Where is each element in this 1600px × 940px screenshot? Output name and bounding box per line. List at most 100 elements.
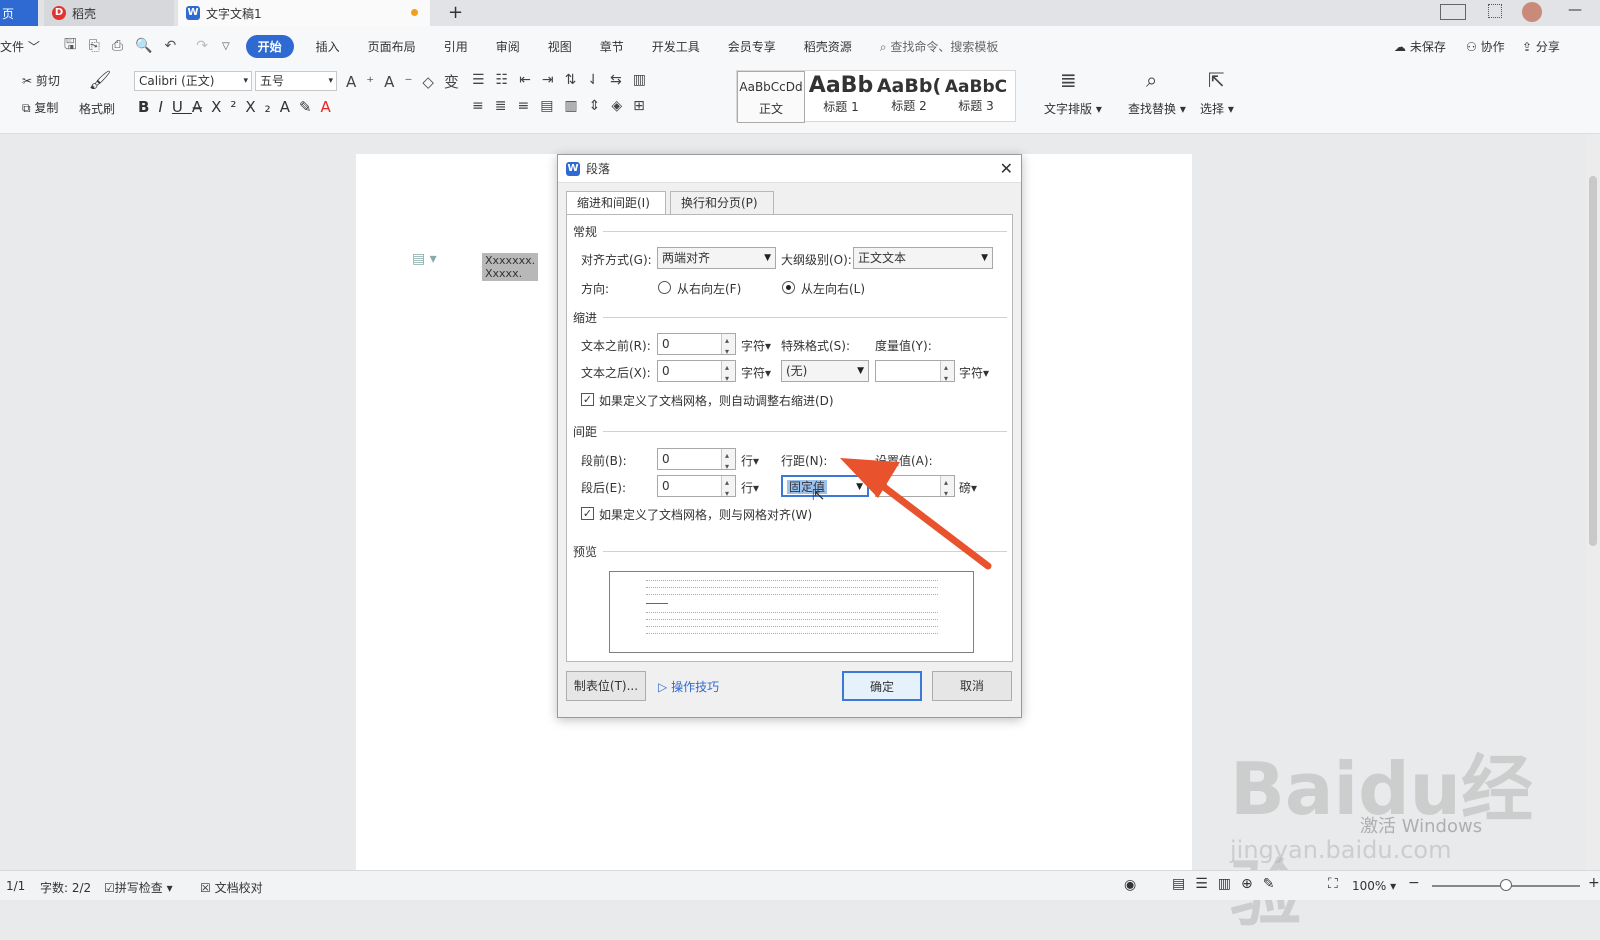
menu-file[interactable]: 文件 ﹀ xyxy=(0,38,54,55)
page-indicator[interactable]: 1/1 xyxy=(6,879,25,893)
menu-insert[interactable]: 插入 xyxy=(302,38,354,55)
cut-button[interactable]: ✂ 剪切 xyxy=(22,72,60,89)
before-text-input[interactable]: 0 xyxy=(657,331,736,362)
menu-member[interactable]: 会员专享 xyxy=(714,38,790,55)
rtl-radio[interactable] xyxy=(658,281,671,294)
before-text-spinner[interactable] xyxy=(721,331,735,362)
apps-grid-icon[interactable] xyxy=(1488,4,1502,18)
fit-page-icon[interactable]: ⛶ xyxy=(1328,876,1338,892)
set-value-spinner[interactable] xyxy=(940,473,954,504)
tab-line-page-breaks[interactable]: 换行和分页(P) xyxy=(670,191,774,215)
style-heading3[interactable]: AaBbC 标题 3 xyxy=(943,71,1009,123)
menu-chapter[interactable]: 章节 xyxy=(586,38,638,55)
set-value-unit[interactable]: 磅▾ xyxy=(959,479,977,496)
selected-text[interactable]: Xxxxxxx. Xxxxx. xyxy=(482,253,539,281)
save-icon[interactable]: 🖫 xyxy=(64,34,77,59)
tab-indent-spacing[interactable]: 缩进和间距(I) xyxy=(566,191,666,215)
zoom-slider-thumb[interactable] xyxy=(1500,879,1512,891)
zoom-in-icon[interactable]: + xyxy=(1588,875,1600,891)
new-tab-button[interactable]: + xyxy=(448,2,463,23)
format-painter-label[interactable]: 格式刷 xyxy=(79,100,115,117)
after-text-input[interactable]: 0 xyxy=(657,358,736,389)
find-replace-button[interactable]: 查找替换 ▾ xyxy=(1128,100,1186,117)
cancel-button[interactable]: 取消 xyxy=(932,671,1012,701)
font-format-tools[interactable]: BIUA̶X²X₂A✎A xyxy=(138,98,340,116)
font-tools[interactable]: A⁺A⁻◇变 xyxy=(346,71,469,92)
proofread-button[interactable]: ☒ 文档校对 xyxy=(200,879,263,896)
redo-icon[interactable]: ↷ xyxy=(196,38,208,54)
measure-input[interactable] xyxy=(875,358,955,389)
space-before-unit[interactable]: 行▾ xyxy=(741,452,759,469)
tab-home[interactable]: 页 xyxy=(0,0,38,26)
user-avatar[interactable] xyxy=(1522,2,1542,22)
menu-review[interactable]: 审阅 xyxy=(482,38,534,55)
quick-access-more-icon[interactable]: ▽ xyxy=(222,41,230,52)
scrollbar-thumb[interactable] xyxy=(1589,176,1597,546)
export-pdf-icon[interactable]: ⎘ xyxy=(89,38,100,54)
close-icon[interactable]: ✕ xyxy=(1000,159,1013,178)
menu-page-layout[interactable]: 页面布局 xyxy=(354,38,430,55)
menu-view[interactable]: 视图 xyxy=(534,38,586,55)
print-preview-icon[interactable]: 🔍 xyxy=(135,38,152,54)
style-heading2[interactable]: AaBb( 标题 2 xyxy=(875,71,943,123)
unsaved-status[interactable]: ☁ 未保存 xyxy=(1394,38,1446,55)
auto-indent-label[interactable]: 如果定义了文档网格，则自动调整右缩进(D) xyxy=(599,392,834,409)
text-layout-button[interactable]: 文字排版 ▾ xyxy=(1044,100,1102,117)
tab-document[interactable]: W 文字文稿1 xyxy=(178,0,430,26)
after-text-unit[interactable]: 字符▾ xyxy=(741,364,771,381)
paragraph-align-tools[interactable]: ≡≣≡▤▥⇕◈⊞ xyxy=(472,98,656,114)
view-mode-icons[interactable]: ▤☰▥⊕✎ xyxy=(1172,876,1284,892)
font-name-select[interactable]: Calibri (正文) ▾ xyxy=(134,71,252,91)
zoom-level[interactable]: 100% ▾ xyxy=(1352,879,1396,893)
style-normal[interactable]: AaBbCcDd 正文 xyxy=(737,71,805,123)
share-button[interactable]: ⇪ 分享 xyxy=(1522,38,1560,55)
before-text-unit[interactable]: 字符▾ xyxy=(741,337,771,354)
ok-button[interactable]: 确定 xyxy=(842,671,922,701)
copy-button[interactable]: ⧉ 复制 xyxy=(22,99,58,116)
minimize-icon[interactable]: — xyxy=(1568,2,1582,18)
spell-check-button[interactable]: ☑拼写检查 ▾ xyxy=(104,879,173,896)
ltr-radio[interactable] xyxy=(782,281,795,294)
outline-select[interactable]: 正文文本 ▼ xyxy=(853,247,993,269)
layout-toggle-icon[interactable] xyxy=(1440,4,1466,20)
snap-grid-checkbox[interactable]: ✓ xyxy=(581,507,594,520)
space-after-unit[interactable]: 行▾ xyxy=(741,479,759,496)
font-size-select[interactable]: 五号 ▾ xyxy=(255,71,337,91)
collab-button[interactable]: ⚇ 协作 xyxy=(1466,38,1505,55)
menu-home[interactable]: 开始 xyxy=(245,34,294,58)
snap-grid-label[interactable]: 如果定义了文档网格，则与网格对齐(W) xyxy=(599,506,812,523)
text-layout-icon[interactable]: ≣ xyxy=(1060,68,1077,92)
rtl-label[interactable]: 从右向左(F) xyxy=(677,280,741,297)
paragraph-mark-icon[interactable]: ▤ ▾ xyxy=(412,251,437,267)
special-select[interactable]: (无) ▼ xyxy=(781,360,869,382)
after-text-spinner[interactable] xyxy=(721,358,735,389)
tips-link[interactable]: ▷ 操作技巧 xyxy=(658,678,719,695)
cursor-select-icon[interactable]: ⇱ xyxy=(1208,68,1225,92)
space-after-spinner[interactable] xyxy=(721,473,735,504)
space-after-input[interactable]: 0 xyxy=(657,473,736,504)
line-spacing-select[interactable]: 固定值 ▼ xyxy=(781,475,869,497)
space-before-spinner[interactable] xyxy=(721,446,735,477)
style-heading1[interactable]: AaBb 标题 1 xyxy=(807,71,875,123)
auto-indent-checkbox[interactable]: ✓ xyxy=(581,393,594,406)
space-before-input[interactable]: 0 xyxy=(657,446,736,477)
tab-daoke[interactable]: D 稻壳 xyxy=(44,0,174,26)
paragraph-list-tools[interactable]: ☰☷⇤⇥⇅⇃⇆▥ xyxy=(472,72,657,88)
eye-protection-icon[interactable]: ◉ xyxy=(1124,877,1136,893)
find-replace-icon[interactable]: ⌕ xyxy=(1146,68,1157,92)
format-painter-icon[interactable]: 🖌 xyxy=(87,70,113,94)
print-icon[interactable]: ⎙ xyxy=(112,38,123,54)
measure-unit[interactable]: 字符▾ xyxy=(959,364,989,381)
align-select[interactable]: 两端对齐 ▼ xyxy=(657,247,776,269)
measure-spinner[interactable] xyxy=(940,358,954,389)
menu-reference[interactable]: 引用 xyxy=(430,38,482,55)
tab-stops-button[interactable]: 制表位(T)... xyxy=(566,671,646,701)
undo-icon[interactable]: ↶ xyxy=(164,38,176,54)
zoom-out-icon[interactable]: − xyxy=(1408,875,1420,891)
menu-daoke-resources[interactable]: 稻壳资源 xyxy=(790,38,866,55)
menu-developer[interactable]: 开发工具 xyxy=(638,38,714,55)
ltr-label[interactable]: 从左向右(L) xyxy=(801,280,865,297)
select-button[interactable]: 选择 ▾ xyxy=(1200,100,1234,117)
command-search[interactable]: ⌕ 查找命令、搜索模板 xyxy=(866,38,1013,55)
word-count[interactable]: 字数: 2/2 xyxy=(40,879,91,896)
